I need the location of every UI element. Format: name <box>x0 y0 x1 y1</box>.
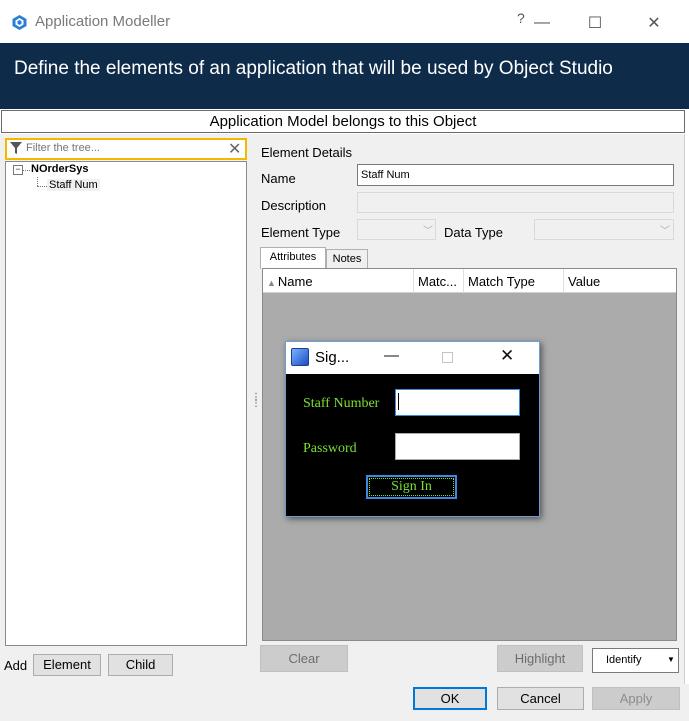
maximize-button[interactable]: ☐ <box>575 8 615 38</box>
signin-window-title: Sig... <box>315 349 350 366</box>
ok-button[interactable]: OK <box>413 687 487 710</box>
column-header-name[interactable]: ▲ Name <box>263 269 414 293</box>
chevron-down-icon: ﹀ <box>423 226 433 237</box>
element-tree[interactable] <box>5 161 247 646</box>
identify-button[interactable]: Identify <box>592 648 679 673</box>
splitter-handle[interactable]: ⋮ ⋮ <box>251 393 261 409</box>
tree-connector <box>23 170 30 171</box>
add-child-button[interactable]: Child <box>108 654 173 676</box>
name-label: Name <box>261 171 296 186</box>
app-modeller-icon <box>12 15 27 30</box>
text-cursor <box>398 393 399 410</box>
chevron-down-icon: ﹀ <box>660 226 670 237</box>
tab-attributes[interactable]: Attributes <box>260 247 326 269</box>
highlight-button[interactable]: Highlight <box>497 645 583 672</box>
sign-in-button[interactable]: Sign In <box>366 475 457 499</box>
signin-maximize-button[interactable] <box>442 352 453 363</box>
column-name-text: Name <box>277 274 313 289</box>
signin-close-button[interactable]: ✕ <box>500 346 514 366</box>
description-field[interactable] <box>357 192 674 213</box>
element-type-label: Element Type <box>261 225 341 240</box>
filter-icon <box>10 142 22 154</box>
password-label: Password <box>303 441 357 456</box>
tab-notes[interactable]: Notes <box>326 249 368 268</box>
cancel-button[interactable]: Cancel <box>497 687 584 710</box>
clear-button[interactable]: Clear <box>260 645 348 672</box>
clear-filter-icon[interactable]: ✕ <box>228 139 241 159</box>
sort-up-icon: ▲ <box>267 278 276 288</box>
tree-connector <box>37 186 47 187</box>
apply-button[interactable]: Apply <box>592 687 680 710</box>
password-input[interactable] <box>395 433 520 460</box>
data-type-label: Data Type <box>444 225 504 240</box>
tree-item-root[interactable]: NOrderSys <box>31 163 88 175</box>
signin-minimize-button[interactable]: — <box>384 347 399 364</box>
name-field[interactable]: Staff Num <box>357 164 674 186</box>
window-title: Application Modeller <box>35 13 171 30</box>
right-edge <box>684 134 689 684</box>
column-header-match[interactable]: Matc... <box>414 269 464 293</box>
minimize-button[interactable]: — <box>522 8 562 38</box>
object-bar[interactable]: Application Model belongs to this Object <box>1 110 685 133</box>
filter-input[interactable] <box>26 140 222 156</box>
signin-app-icon <box>291 348 309 366</box>
add-label: Add <box>4 658 28 673</box>
column-header-value[interactable]: Value <box>564 269 676 293</box>
dropdown-arrow-icon[interactable]: ▼ <box>667 655 675 664</box>
banner-text: Define the elements of an application th… <box>14 58 613 79</box>
tree-connector <box>37 177 38 186</box>
close-button[interactable]: ✕ <box>634 8 674 38</box>
staff-number-input[interactable] <box>395 389 520 416</box>
add-element-button[interactable]: Element <box>33 654 101 676</box>
staff-number-label: Staff Number <box>303 396 380 411</box>
element-details-heading: Element Details <box>261 145 353 160</box>
column-header-match-type[interactable]: Match Type <box>464 269 564 293</box>
tree-item-staff-num[interactable]: Staff Num <box>47 179 100 191</box>
description-label: Description <box>261 198 327 213</box>
data-type-select[interactable] <box>534 219 674 240</box>
collapse-icon[interactable]: − <box>13 165 23 175</box>
